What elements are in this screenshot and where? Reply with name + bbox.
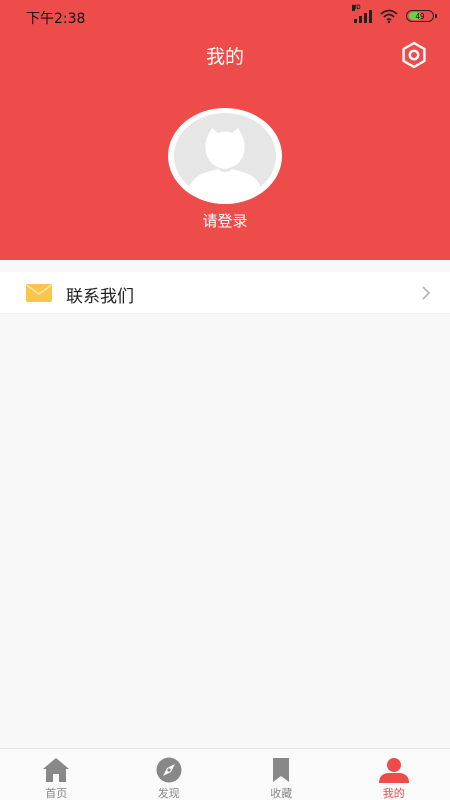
- mail-icon: [26, 284, 52, 302]
- page-title: 我的: [205, 46, 244, 68]
- avatar-placeholder-icon: [174, 113, 276, 199]
- tab-label: 收藏: [270, 787, 293, 800]
- tab-mine[interactable]: 我的: [338, 749, 450, 800]
- bottom-tab-bar: 首页 发现 收藏 我的: [0, 748, 450, 800]
- menu-item-label: 联系我们: [66, 287, 134, 307]
- battery-level: 49: [415, 11, 425, 21]
- signal-icon: HD: [352, 5, 372, 23]
- chevron-right-icon: [422, 286, 431, 300]
- tab-label: 发现: [157, 787, 180, 800]
- tab-favorites[interactable]: 收藏: [225, 749, 338, 800]
- menu-item-contact-us[interactable]: 联系我们: [0, 272, 450, 314]
- network-type: HD: [352, 5, 361, 11]
- tab-label: 我的: [382, 787, 405, 800]
- tab-home[interactable]: 首页: [0, 749, 113, 800]
- profile-header: 下午2:38 HD 49 我的 请登录: [0, 0, 450, 260]
- settings-icon[interactable]: [400, 41, 428, 69]
- battery-icon: 49: [406, 10, 437, 22]
- tab-discover[interactable]: 发现: [113, 749, 226, 800]
- avatar[interactable]: [168, 108, 282, 204]
- status-bar: 下午2:38 HD 49: [0, 0, 450, 32]
- user-icon: [378, 758, 409, 783]
- status-icons: HD 49: [352, 5, 437, 24]
- wifi-icon: [380, 9, 398, 23]
- status-time: 下午2:38: [26, 11, 86, 27]
- tab-label: 首页: [45, 787, 68, 800]
- login-link[interactable]: 请登录: [0, 210, 450, 231]
- bookmark-icon: [273, 758, 290, 782]
- home-icon: [43, 758, 70, 782]
- compass-icon: [156, 757, 182, 783]
